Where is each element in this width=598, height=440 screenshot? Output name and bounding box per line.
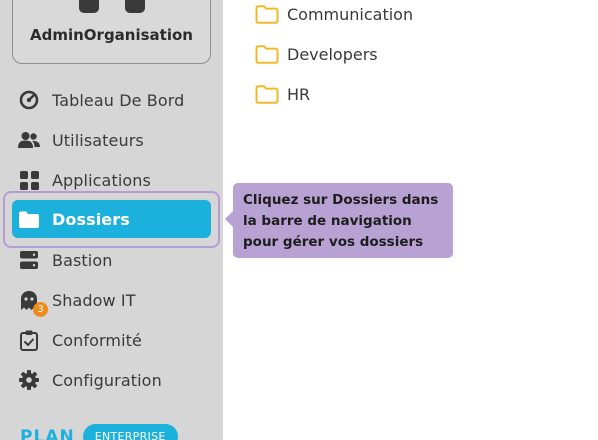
folder-list-item[interactable]: Communication [255, 2, 413, 26]
sidebar-item-conformite[interactable]: Conformité [12, 321, 211, 359]
sidebar-item-bastion[interactable]: Bastion [12, 241, 211, 279]
sidebar-item-applications[interactable]: Applications [12, 161, 211, 199]
folder-name: Communication [287, 4, 414, 24]
ghost-icon: 3 [18, 289, 48, 317]
sidebar-item-utilisateurs[interactable]: Utilisateurs [12, 121, 211, 159]
sidebar-item-shadow-it[interactable]: 3 Shadow IT [12, 281, 211, 319]
sidebar-item-label: Shadow IT [52, 290, 136, 310]
folder-outline-icon [255, 84, 279, 104]
plan-indicator: PLAN ENTERPRISE [20, 424, 178, 440]
sidebar-item-label: Conformité [52, 330, 142, 350]
sidebar-item-configuration[interactable]: Configuration [12, 361, 211, 399]
gear-icon [18, 369, 40, 391]
shadow-it-count-badge: 3 [33, 302, 48, 317]
users-icon [18, 129, 40, 151]
folder-icon [18, 208, 40, 230]
sidebar-item-tableau-de-bord[interactable]: Tableau De Bord [12, 81, 211, 119]
organisation-card[interactable]: AdminOrganisation [12, 0, 211, 64]
plan-tier-badge[interactable]: ENTERPRISE [82, 424, 178, 440]
folder-list-item[interactable]: Developers [255, 42, 378, 66]
organisation-name: AdminOrganisation [30, 26, 193, 44]
organisation-logo-icon [79, 0, 145, 15]
sidebar-item-label: Tableau De Bord [52, 90, 185, 110]
folder-name: Developers [287, 44, 378, 64]
folder-outline-icon [255, 4, 279, 24]
sidebar-item-label: Configuration [52, 370, 162, 390]
server-icon [18, 249, 40, 271]
sidebar-item-label: Utilisateurs [52, 130, 144, 150]
sidebar-item-label: Dossiers [52, 209, 130, 229]
sidebar: AdminOrganisation Tableau De Bord Utilis… [0, 0, 223, 440]
tooltip-text: Cliquez sur Dossiers dans la barre de na… [243, 192, 439, 250]
sidebar-item-dossiers[interactable]: Dossiers [12, 200, 211, 238]
apps-grid-icon [18, 169, 40, 191]
sidebar-item-label: Bastion [52, 250, 113, 270]
clipboard-check-icon [18, 329, 40, 351]
folder-outline-icon [255, 44, 279, 64]
sidebar-item-label: Applications [52, 170, 151, 190]
folder-list-item[interactable]: HR [255, 82, 310, 106]
plan-label: PLAN [20, 426, 75, 440]
onboarding-tooltip: Cliquez sur Dossiers dans la barre de na… [225, 183, 453, 258]
folder-name: HR [287, 84, 311, 104]
dashboard-gauge-icon [18, 89, 40, 111]
